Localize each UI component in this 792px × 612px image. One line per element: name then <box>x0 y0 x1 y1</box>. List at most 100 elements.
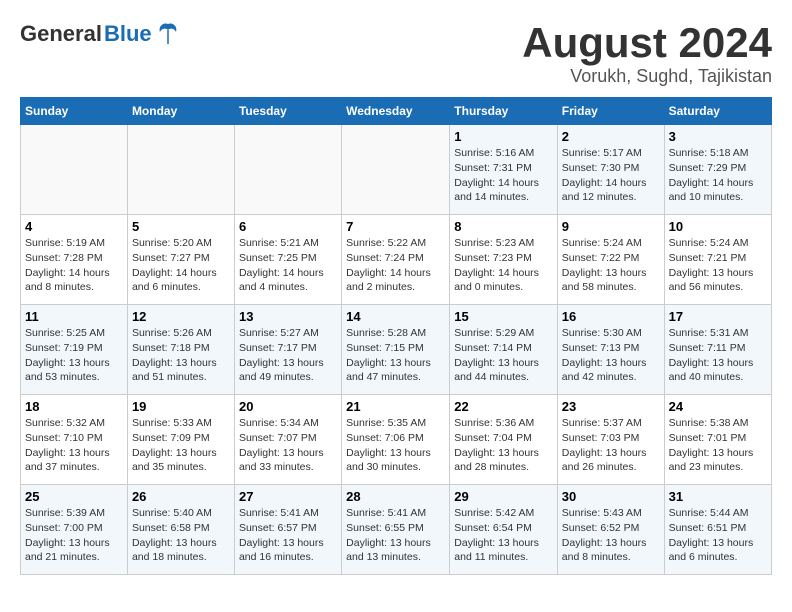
day-content: Sunrise: 5:41 AMSunset: 6:55 PMDaylight:… <box>346 506 445 565</box>
day-content: Sunrise: 5:44 AMSunset: 6:51 PMDaylight:… <box>669 506 767 565</box>
day-number: 18 <box>25 399 123 414</box>
day-content: Sunrise: 5:22 AMSunset: 7:24 PMDaylight:… <box>346 236 445 295</box>
calendar-cell: 21Sunrise: 5:35 AMSunset: 7:06 PMDayligh… <box>342 395 450 485</box>
calendar-cell: 31 Sunrise: 5:44 AMSunset: 6:51 PMDayligh… <box>664 485 771 575</box>
day-content: Sunrise: 5:25 AMSunset: 7:19 PMDaylight:… <box>25 326 123 385</box>
calendar-cell: 18 Sunrise: 5:32 AMSunset: 7:10 PMDayligh… <box>21 395 128 485</box>
calendar-cell <box>127 125 234 215</box>
day-content: Sunrise: 5:34 AMSunset: 7:07 PMDaylight:… <box>239 416 337 475</box>
month-year-title: August 2024 <box>522 20 772 66</box>
day-content: Sunrise: 5:18 AMSunset: 7:29 PMDaylight:… <box>669 146 767 205</box>
day-number: 12 <box>132 309 230 324</box>
calendar-cell: 25 Sunrise: 5:39 AMSunset: 7:00 PMDayligh… <box>21 485 128 575</box>
col-header-tuesday: Tuesday <box>234 98 341 125</box>
calendar-cell: 28 Sunrise: 5:41 AMSunset: 6:55 PMDayligh… <box>342 485 450 575</box>
day-content: Sunrise: 5:36 AMSunset: 7:04 PMDaylight:… <box>454 416 553 475</box>
day-number: 9 <box>562 219 660 234</box>
calendar-cell: 14Sunrise: 5:28 AMSunset: 7:15 PMDayligh… <box>342 305 450 395</box>
calendar-cell: 1 Sunrise: 5:16 AMSunset: 7:31 PMDaylight… <box>450 125 558 215</box>
day-number: 11 <box>25 309 123 324</box>
calendar-cell: 30 Sunrise: 5:43 AMSunset: 6:52 PMDayligh… <box>557 485 664 575</box>
calendar-cell: 24 Sunrise: 5:38 AMSunset: 7:01 PMDayligh… <box>664 395 771 485</box>
day-number: 24 <box>669 399 767 414</box>
day-number: 23 <box>562 399 660 414</box>
page-header: General Blue August 2024 Vorukh, Sughd, … <box>20 20 772 87</box>
day-content: Sunrise: 5:27 AMSunset: 7:17 PMDaylight:… <box>239 326 337 385</box>
day-content: Sunrise: 5:43 AMSunset: 6:52 PMDaylight:… <box>562 506 660 565</box>
calendar-cell: 2 Sunrise: 5:17 AMSunset: 7:30 PMDaylight… <box>557 125 664 215</box>
day-number: 27 <box>239 489 337 504</box>
day-number: 13 <box>239 309 337 324</box>
day-number: 2 <box>562 129 660 144</box>
day-number: 28 <box>346 489 445 504</box>
day-number: 25 <box>25 489 123 504</box>
calendar-cell: 26 Sunrise: 5:40 AMSunset: 6:58 PMDayligh… <box>127 485 234 575</box>
col-header-thursday: Thursday <box>450 98 558 125</box>
calendar-cell <box>234 125 341 215</box>
calendar-cell: 13 Sunrise: 5:27 AMSunset: 7:17 PMDayligh… <box>234 305 341 395</box>
calendar-table: SundayMondayTuesdayWednesdayThursdayFrid… <box>20 97 772 575</box>
day-content: Sunrise: 5:17 AMSunset: 7:30 PMDaylight:… <box>562 146 660 205</box>
col-header-friday: Friday <box>557 98 664 125</box>
day-content: Sunrise: 5:20 AMSunset: 7:27 PMDaylight:… <box>132 236 230 295</box>
day-content: Sunrise: 5:31 AMSunset: 7:11 PMDaylight:… <box>669 326 767 385</box>
calendar-cell: 29 Sunrise: 5:42 AMSunset: 6:54 PMDayligh… <box>450 485 558 575</box>
day-content: Sunrise: 5:24 AMSunset: 7:22 PMDaylight:… <box>562 236 660 295</box>
day-content: Sunrise: 5:38 AMSunset: 7:01 PMDaylight:… <box>669 416 767 475</box>
day-content: Sunrise: 5:33 AMSunset: 7:09 PMDaylight:… <box>132 416 230 475</box>
day-content: Sunrise: 5:35 AMSunset: 7:06 PMDaylight:… <box>346 416 445 475</box>
calendar-cell: 19 Sunrise: 5:33 AMSunset: 7:09 PMDayligh… <box>127 395 234 485</box>
day-content: Sunrise: 5:42 AMSunset: 6:54 PMDaylight:… <box>454 506 553 565</box>
calendar-cell: 15 Sunrise: 5:29 AMSunset: 7:14 PMDayligh… <box>450 305 558 395</box>
calendar-cell: 8Sunrise: 5:23 AMSunset: 7:23 PMDaylight… <box>450 215 558 305</box>
day-content: Sunrise: 5:19 AMSunset: 7:28 PMDaylight:… <box>25 236 123 295</box>
logo-blue: Blue <box>104 21 152 47</box>
day-content: Sunrise: 5:32 AMSunset: 7:10 PMDaylight:… <box>25 416 123 475</box>
day-number: 31 <box>669 489 767 504</box>
col-header-saturday: Saturday <box>664 98 771 125</box>
day-number: 3 <box>669 129 767 144</box>
calendar-cell: 9 Sunrise: 5:24 AMSunset: 7:22 PMDaylight… <box>557 215 664 305</box>
calendar-cell: 16Sunrise: 5:30 AMSunset: 7:13 PMDayligh… <box>557 305 664 395</box>
day-content: Sunrise: 5:29 AMSunset: 7:14 PMDaylight:… <box>454 326 553 385</box>
calendar-cell: 27 Sunrise: 5:41 AMSunset: 6:57 PMDayligh… <box>234 485 341 575</box>
calendar-cell: 5Sunrise: 5:20 AMSunset: 7:27 PMDaylight… <box>127 215 234 305</box>
calendar-week-row: 18 Sunrise: 5:32 AMSunset: 7:10 PMDayligh… <box>21 395 772 485</box>
location-subtitle: Vorukh, Sughd, Tajikistan <box>522 66 772 87</box>
calendar-week-row: 1 Sunrise: 5:16 AMSunset: 7:31 PMDaylight… <box>21 125 772 215</box>
calendar-cell: 4 Sunrise: 5:19 AMSunset: 7:28 PMDaylight… <box>21 215 128 305</box>
col-header-monday: Monday <box>127 98 234 125</box>
day-number: 30 <box>562 489 660 504</box>
calendar-cell <box>342 125 450 215</box>
calendar-cell: 10Sunrise: 5:24 AMSunset: 7:21 PMDayligh… <box>664 215 771 305</box>
day-number: 1 <box>454 129 553 144</box>
day-number: 6 <box>239 219 337 234</box>
col-header-wednesday: Wednesday <box>342 98 450 125</box>
day-number: 16 <box>562 309 660 324</box>
day-content: Sunrise: 5:40 AMSunset: 6:58 PMDaylight:… <box>132 506 230 565</box>
calendar-week-row: 11 Sunrise: 5:25 AMSunset: 7:19 PMDayligh… <box>21 305 772 395</box>
calendar-cell <box>21 125 128 215</box>
day-number: 4 <box>25 219 123 234</box>
calendar-week-row: 25 Sunrise: 5:39 AMSunset: 7:00 PMDayligh… <box>21 485 772 575</box>
day-number: 8 <box>454 219 553 234</box>
day-content: Sunrise: 5:28 AMSunset: 7:15 PMDaylight:… <box>346 326 445 385</box>
calendar-cell: 17Sunrise: 5:31 AMSunset: 7:11 PMDayligh… <box>664 305 771 395</box>
day-number: 19 <box>132 399 230 414</box>
calendar-cell: 20 Sunrise: 5:34 AMSunset: 7:07 PMDayligh… <box>234 395 341 485</box>
day-content: Sunrise: 5:41 AMSunset: 6:57 PMDaylight:… <box>239 506 337 565</box>
calendar-cell: 6Sunrise: 5:21 AMSunset: 7:25 PMDaylight… <box>234 215 341 305</box>
day-number: 7 <box>346 219 445 234</box>
day-content: Sunrise: 5:16 AMSunset: 7:31 PMDaylight:… <box>454 146 553 205</box>
calendar-cell: 23Sunrise: 5:37 AMSunset: 7:03 PMDayligh… <box>557 395 664 485</box>
day-number: 15 <box>454 309 553 324</box>
day-number: 26 <box>132 489 230 504</box>
day-content: Sunrise: 5:24 AMSunset: 7:21 PMDaylight:… <box>669 236 767 295</box>
logo-general: General <box>20 21 102 47</box>
col-header-sunday: Sunday <box>21 98 128 125</box>
day-number: 29 <box>454 489 553 504</box>
day-content: Sunrise: 5:39 AMSunset: 7:00 PMDaylight:… <box>25 506 123 565</box>
title-block: August 2024 Vorukh, Sughd, Tajikistan <box>522 20 772 87</box>
logo-bird-icon <box>154 20 182 48</box>
day-number: 20 <box>239 399 337 414</box>
